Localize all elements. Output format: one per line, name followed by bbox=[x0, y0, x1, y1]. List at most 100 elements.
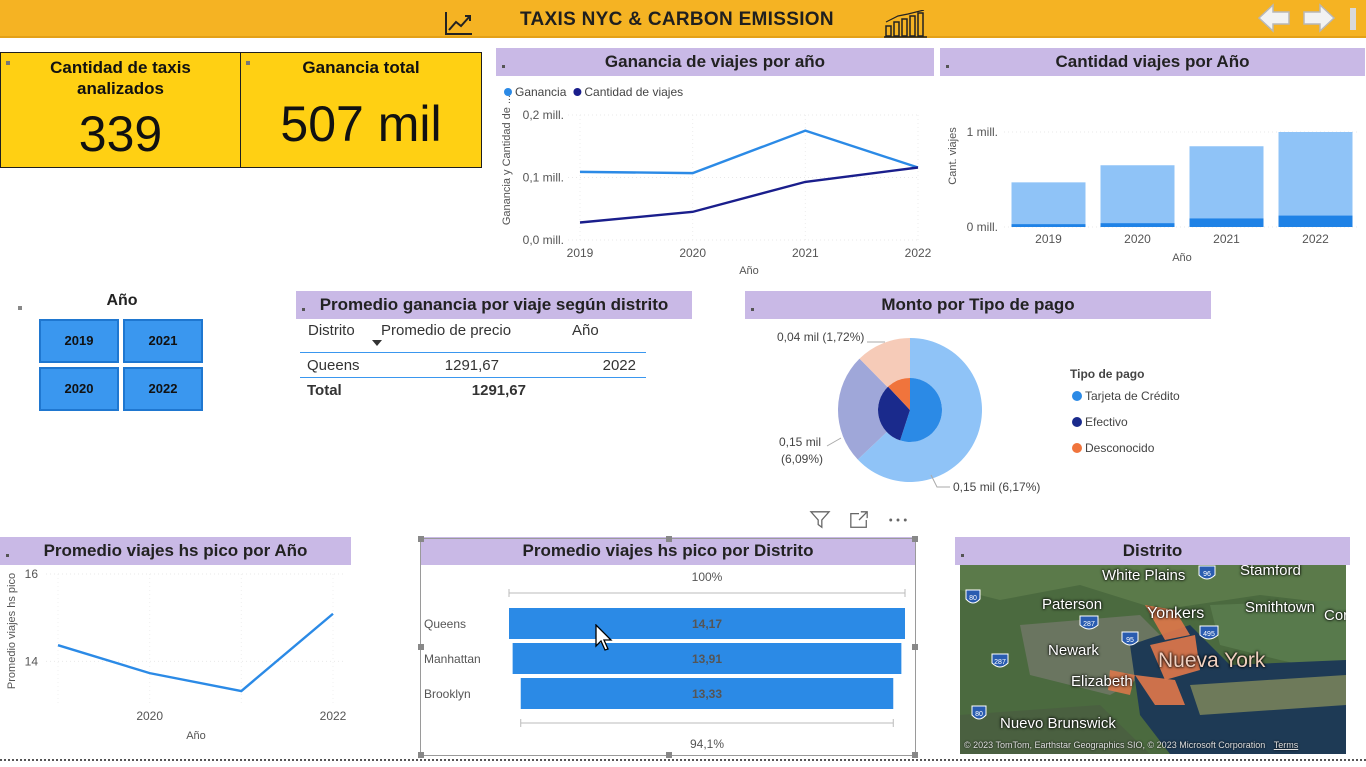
x-axis-label: Año bbox=[739, 265, 759, 277]
panel-dot bbox=[6, 554, 9, 557]
panel-title: Ganancia de viajes por año bbox=[604, 52, 826, 71]
route-shield-icon: 80 bbox=[965, 589, 981, 604]
map-label: Nuevo Brunswick bbox=[1000, 715, 1116, 732]
bar-value-label: 14,17 bbox=[692, 617, 722, 631]
map-terms-link[interactable]: Terms bbox=[1274, 740, 1299, 750]
more-options-icon[interactable] bbox=[886, 510, 910, 530]
panel-header-distrito: Distrito bbox=[955, 537, 1350, 565]
total-label: Total bbox=[307, 382, 342, 399]
panel-title: Promedio ganancia por viaje según distri… bbox=[319, 295, 669, 314]
slicer-option-2022[interactable]: 2022 bbox=[123, 367, 203, 411]
y-axis-label: Ganancia y Cantidad de ... bbox=[501, 95, 513, 225]
map-label: Smithtown bbox=[1245, 599, 1316, 616]
y-tick-label: 0,1 mill. bbox=[523, 171, 564, 185]
kpi-value: 507 mil bbox=[280, 96, 442, 152]
pie-chart-pago: 0,04 mil (1,72%) 0,15 mil (6,09%) 0,15 mil … bbox=[777, 330, 1180, 494]
x-axis-label: Año bbox=[1172, 252, 1192, 264]
bar-segment bbox=[1278, 215, 1353, 227]
pie-leader bbox=[826, 437, 842, 447]
x-tick-label: 2022 bbox=[320, 709, 347, 723]
svg-text:95: 95 bbox=[1126, 637, 1134, 644]
map-label: Cor bbox=[1324, 607, 1346, 624]
kpi-card-ganancia: Ganancia total 507 mil bbox=[240, 52, 482, 168]
resize-handle[interactable] bbox=[912, 536, 918, 542]
legend-entry: Tarjeta de Crédito bbox=[1085, 389, 1180, 403]
slicer-dot bbox=[18, 306, 22, 310]
series-line-1 bbox=[579, 129, 919, 175]
map-distrito[interactable]: White Plains Stamford Paterson Yonkers S… bbox=[960, 565, 1346, 754]
sort-down-icon[interactable] bbox=[372, 340, 382, 346]
y-tick-label: 16 bbox=[25, 567, 39, 581]
arrow-right-icon[interactable] bbox=[1302, 2, 1336, 34]
category-label: Queens bbox=[424, 617, 466, 631]
legend-entry: Cantidad de viajes bbox=[584, 85, 683, 99]
svg-text:96: 96 bbox=[1203, 571, 1211, 578]
panel-header-tabla: Promedio ganancia por viaje según distri… bbox=[296, 291, 692, 319]
column-header-distrito[interactable]: Distrito bbox=[308, 322, 355, 339]
panel-header-ganancia: Ganancia de viajes por año bbox=[496, 48, 934, 76]
focus-mode-icon[interactable] bbox=[848, 510, 870, 530]
panel-dot bbox=[946, 65, 949, 68]
map-copyright-text: © 2023 TomTom, Earthstar Geographics SIO… bbox=[964, 740, 1266, 750]
y-tick-label: 0 mill. bbox=[967, 220, 998, 234]
route-shield-icon: 495 bbox=[1199, 625, 1219, 640]
svg-text:80: 80 bbox=[969, 595, 977, 602]
svg-text:287: 287 bbox=[1083, 621, 1095, 628]
kpi-label: Cantidad de taxis analizados bbox=[50, 58, 191, 98]
legend-entry: Efectivo bbox=[1085, 415, 1128, 429]
mouse-cursor-icon bbox=[595, 624, 613, 651]
table-row[interactable]: Queens 1291,67 2022 bbox=[300, 352, 646, 378]
x-tick-label: 2019 bbox=[1035, 232, 1062, 246]
legend-marker bbox=[1072, 391, 1082, 401]
kpi-label: Ganancia total bbox=[302, 58, 420, 77]
panel-dot bbox=[302, 308, 305, 311]
map-label: Yonkers bbox=[1147, 605, 1205, 622]
svg-text:287: 287 bbox=[994, 659, 1006, 666]
legend-marker bbox=[1072, 417, 1082, 427]
bar-total bbox=[1189, 146, 1264, 227]
slicer-option-2020[interactable]: 2020 bbox=[39, 367, 119, 411]
category-label: Brooklyn bbox=[424, 687, 471, 701]
arrow-left-icon[interactable] bbox=[1257, 2, 1291, 34]
bar-chart-viajes: 0 mill. 1 mill. 2019 2020 2021 2022 Año Cant. v… bbox=[947, 125, 1360, 264]
scroll-edge bbox=[1350, 8, 1356, 30]
line-chart-icon bbox=[445, 12, 472, 35]
top-percent-label: 100% bbox=[692, 570, 723, 584]
slicer-option-2021[interactable]: 2021 bbox=[123, 319, 203, 363]
x-tick-label: 2022 bbox=[1302, 232, 1329, 246]
bar-total bbox=[1100, 165, 1175, 227]
bar-segment bbox=[1011, 224, 1086, 227]
panel-dot bbox=[502, 65, 505, 68]
panel-title: Cantidad viajes por Año bbox=[1055, 52, 1250, 71]
map-label: Paterson bbox=[1042, 596, 1103, 613]
panel-header-pago: Monto por Tipo de pago bbox=[745, 291, 1211, 319]
filter-icon[interactable] bbox=[808, 510, 832, 530]
y-tick-label: 1 mill. bbox=[967, 125, 998, 139]
legend-entry: Desconocido bbox=[1085, 441, 1155, 455]
panel-title: Promedio viajes hs pico por Año bbox=[43, 541, 308, 560]
cell-anio: 2022 bbox=[602, 357, 636, 374]
y-axis-label: Cant. viajes bbox=[947, 127, 959, 185]
route-shield-icon: 287 bbox=[991, 653, 1009, 668]
map-label: Stamford bbox=[1240, 565, 1301, 579]
route-shield-icon: 287 bbox=[1079, 615, 1099, 630]
cell-distrito: Queens bbox=[307, 357, 360, 374]
column-header-precio[interactable]: Promedio de precio bbox=[381, 322, 511, 339]
legend-title: Tipo de pago bbox=[1070, 367, 1144, 381]
y-axis-label: Promedio viajes hs pico bbox=[6, 573, 18, 689]
line-chart-ganancia: Ganancia Cantidad de viajes 0,0 mill. 0,1 m… bbox=[501, 85, 932, 277]
bar-chart-icon bbox=[884, 10, 927, 38]
legend-marker bbox=[1072, 443, 1082, 453]
pie-label: (6,09%) bbox=[781, 452, 823, 466]
resize-handle[interactable] bbox=[418, 536, 424, 542]
bar-total bbox=[1278, 132, 1353, 227]
y-tick-label: 0,2 mill. bbox=[523, 108, 564, 122]
resize-handle[interactable] bbox=[666, 536, 672, 542]
bottom-percent-label: 94,1% bbox=[690, 737, 724, 751]
column-header-anio[interactable]: Año bbox=[572, 322, 599, 339]
bar-chart-pico-distrito: 100% Queens 14,17 Manhattan 13,91 Brooklyn 13,… bbox=[424, 570, 906, 751]
svg-text:495: 495 bbox=[1203, 631, 1215, 638]
x-tick-label: 2022 bbox=[905, 246, 932, 260]
bar-total bbox=[1011, 182, 1086, 227]
slicer-option-2019[interactable]: 2019 bbox=[39, 319, 119, 363]
